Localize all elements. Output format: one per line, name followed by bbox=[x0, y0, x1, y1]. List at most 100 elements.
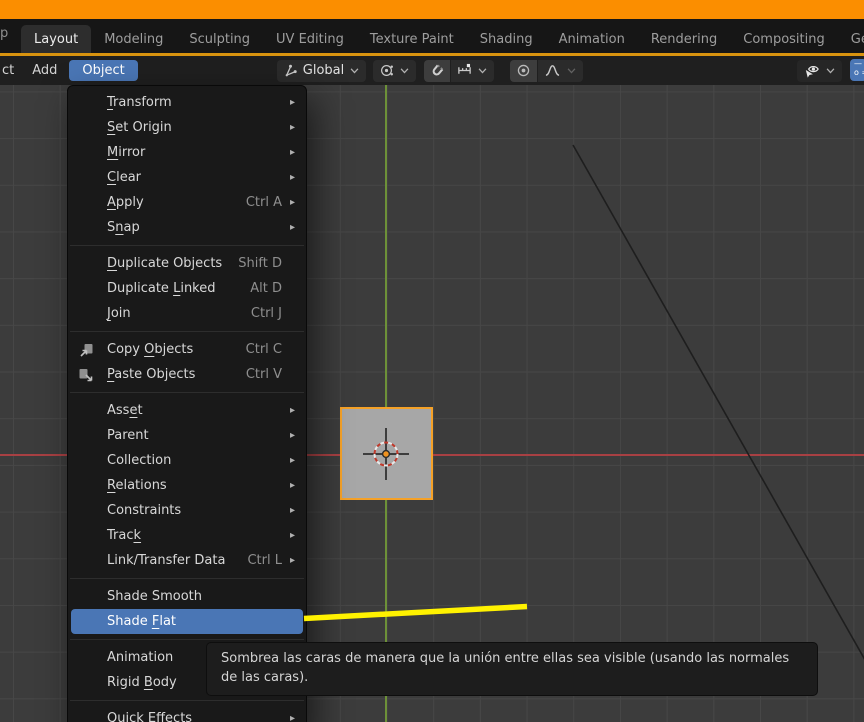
menu-item-icon-slot bbox=[78, 428, 107, 444]
menu-item-icon-slot bbox=[78, 503, 107, 519]
tab-label: Compositing bbox=[743, 31, 825, 47]
snap-toggle-button[interactable] bbox=[424, 59, 451, 82]
tab-label: Rendering bbox=[650, 31, 718, 47]
submenu-arrow-icon: ▸ bbox=[289, 197, 295, 208]
tab-label: Geo bbox=[850, 31, 864, 47]
menu-item-link-transfer-data[interactable]: Link/Transfer Data Ctrl L ▸ bbox=[71, 548, 303, 573]
object-menu-button[interactable]: Object bbox=[69, 60, 138, 81]
menu-item-shortcut: Ctrl L bbox=[247, 553, 282, 568]
menu-item-shade-flat[interactable]: Shade Flat bbox=[71, 609, 303, 634]
tab-texture-paint[interactable]: Texture Paint bbox=[357, 25, 467, 53]
menu-item-icon-slot bbox=[78, 170, 107, 186]
orientation-value: Global bbox=[302, 63, 345, 78]
menu-item-label: Paste Objects bbox=[107, 367, 196, 382]
visibility-eye-cursor-icon bbox=[805, 65, 819, 78]
menu-item-clear[interactable]: Clear ▸ bbox=[71, 165, 303, 190]
tab-geo[interactable]: Geo bbox=[838, 25, 864, 53]
tab-uv-editing[interactable]: UV Editing bbox=[263, 25, 357, 53]
menu-item-collection[interactable]: Collection ▸ bbox=[71, 448, 303, 473]
menu-item-quick-effects[interactable]: Quick Effects ▸ bbox=[71, 706, 303, 722]
menu-item-icon-slot bbox=[78, 453, 107, 469]
tab-sculpting[interactable]: Sculpting bbox=[176, 25, 263, 53]
menu-item-icon-slot bbox=[78, 478, 107, 494]
menu-item-label: Mirror bbox=[107, 145, 146, 160]
menu-item-icon-slot bbox=[78, 403, 107, 419]
menu-item-asset[interactable]: Asset ▸ bbox=[71, 398, 303, 423]
menu-item-shortcut: Ctrl V bbox=[245, 367, 282, 382]
object-type-visibility-dropdown[interactable] bbox=[797, 59, 842, 82]
menu-item-label: Collection bbox=[107, 453, 172, 468]
tab-label: UV Editing bbox=[276, 31, 344, 47]
menu-item-duplicate-objects[interactable]: Duplicate Objects Shift D bbox=[71, 251, 303, 276]
menu-item-label: Shade Flat bbox=[107, 614, 177, 629]
menu-separator bbox=[70, 392, 304, 393]
tab-layout[interactable]: Layout bbox=[21, 25, 92, 53]
submenu-arrow-icon: ▸ bbox=[289, 530, 295, 541]
menu-item-label: Constraints bbox=[107, 503, 182, 518]
menu-item-label: Join bbox=[107, 306, 131, 321]
tab-label: Sculpting bbox=[189, 31, 251, 47]
orientation-global-icon bbox=[285, 64, 297, 77]
menu-item-mirror[interactable]: Mirror ▸ bbox=[71, 140, 303, 165]
tooltip-shade-flat: Sombrea las caras de manera que la unión… bbox=[206, 642, 818, 696]
menu-item-relations[interactable]: Relations ▸ bbox=[71, 473, 303, 498]
menu-item-label: Parent bbox=[107, 428, 149, 443]
menu-item-paste-objects[interactable]: Paste Objects Ctrl V bbox=[71, 362, 303, 387]
paste-objects-icon bbox=[78, 367, 107, 383]
menu-item-icon-slot bbox=[78, 95, 107, 111]
menu-item-label: Relations bbox=[107, 478, 167, 493]
menu-separator bbox=[70, 639, 304, 640]
workspace-tabbar: p Layout Modeling Sculpting UV Editing Textu… bbox=[0, 19, 864, 53]
menu-item-shade-smooth[interactable]: Shade Smooth bbox=[71, 584, 303, 609]
axis-y-green bbox=[385, 85, 387, 722]
object-dropdown-menu: Transform ▸ Set Origin ▸ Mirror ▸ Clear ▸ Apply C… bbox=[67, 85, 307, 722]
tooltip-text: Sombrea las caras de manera que la unión… bbox=[221, 651, 790, 685]
pivot-point-dropdown[interactable] bbox=[373, 59, 417, 82]
menu-item-icon-slot bbox=[78, 553, 107, 569]
menu-item-icon-slot bbox=[78, 281, 107, 297]
proportional-editing-toggle[interactable] bbox=[510, 59, 538, 82]
falloff-smooth-icon bbox=[545, 65, 560, 76]
snap-increment-icon bbox=[458, 63, 472, 74]
submenu-arrow-icon: ▸ bbox=[289, 97, 295, 108]
menu-item-icon-slot bbox=[78, 145, 107, 161]
menu-item-label: Copy Objects bbox=[107, 342, 194, 357]
menu-item-set-origin[interactable]: Set Origin ▸ bbox=[71, 115, 303, 140]
tab-rendering[interactable]: Rendering bbox=[638, 25, 730, 53]
chevron-down-icon bbox=[478, 68, 487, 74]
menu-item-icon-slot bbox=[78, 306, 107, 322]
menu-item-duplicate-linked[interactable]: Duplicate Linked Alt D bbox=[71, 276, 303, 301]
proportional-editing-icon bbox=[518, 64, 530, 77]
proportional-falloff-dropdown[interactable] bbox=[538, 59, 584, 82]
transform-orientation-dropdown[interactable]: Global bbox=[276, 59, 367, 82]
menu-item-snap[interactable]: Snap ▸ bbox=[71, 215, 303, 240]
snap-settings-dropdown[interactable] bbox=[451, 59, 495, 82]
select-menu-truncated[interactable]: ct bbox=[0, 60, 20, 81]
tab-shading[interactable]: Shading bbox=[467, 25, 546, 53]
menu-item-shortcut: Ctrl C bbox=[245, 342, 282, 357]
submenu-arrow-icon: ▸ bbox=[289, 713, 295, 722]
menu-item-label: Duplicate Objects bbox=[107, 256, 223, 271]
menu-item-label: Animation bbox=[107, 650, 174, 665]
tab-compositing[interactable]: Compositing bbox=[730, 25, 838, 53]
menu-item-shortcut: Shift D bbox=[238, 256, 282, 271]
add-menu[interactable]: Add bbox=[26, 60, 63, 81]
menu-item-track[interactable]: Track ▸ bbox=[71, 523, 303, 548]
menu-item-apply[interactable]: Apply Ctrl A ▸ bbox=[71, 190, 303, 215]
chevron-down-icon bbox=[350, 68, 359, 74]
chevron-down-icon bbox=[400, 68, 409, 74]
menu-item-constraints[interactable]: Constraints ▸ bbox=[71, 498, 303, 523]
menu-item-label: Asset bbox=[107, 403, 143, 418]
shading-mode-button-truncated[interactable]: — —o = bbox=[850, 59, 864, 81]
menu-item-transform[interactable]: Transform ▸ bbox=[71, 90, 303, 115]
menu-item-parent[interactable]: Parent ▸ bbox=[71, 423, 303, 448]
menu-item-icon-slot bbox=[78, 614, 107, 630]
chevron-down-icon bbox=[826, 68, 835, 74]
menu-item-copy-objects[interactable]: Copy Objects Ctrl C bbox=[71, 337, 303, 362]
tab-modeling[interactable]: Modeling bbox=[91, 25, 176, 53]
viewport-header: ct Add Object Global — o bbox=[0, 56, 864, 85]
window-top-strip bbox=[0, 0, 864, 19]
menu-item-label: Apply bbox=[107, 195, 144, 210]
tab-animation[interactable]: Animation bbox=[546, 25, 638, 53]
menu-item-join[interactable]: Join Ctrl J bbox=[71, 301, 303, 326]
